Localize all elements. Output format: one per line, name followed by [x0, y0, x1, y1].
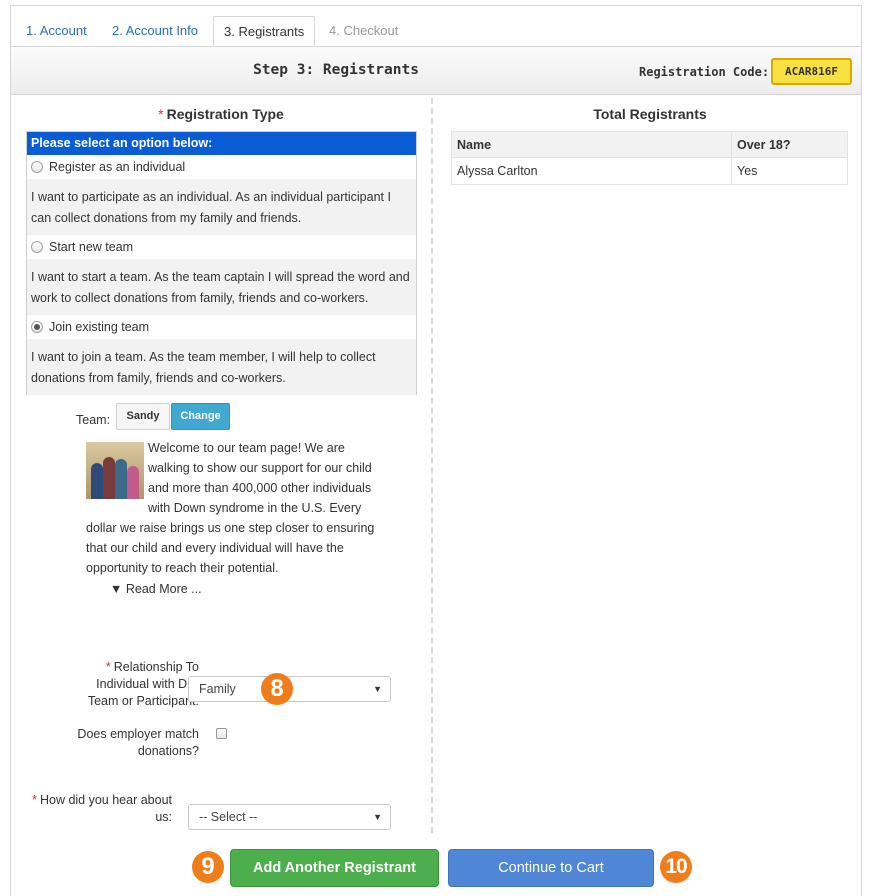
table-row: Alyssa Carlton Yes	[451, 157, 848, 185]
registration-code-badge: ACAR816F	[771, 58, 852, 85]
step-tabs: 1. Account 2. Account Info 3. Registrant…	[11, 6, 861, 47]
option-prompt: Please select an option below:	[27, 132, 416, 155]
option-label: Join existing team	[49, 320, 150, 334]
tab-account[interactable]: 1. Account	[16, 16, 97, 46]
registration-type-heading: * Registration Type	[158, 106, 284, 122]
team-description: Welcome to our team page! We are walking…	[86, 438, 386, 578]
option-new-team[interactable]: Start new team	[27, 235, 416, 259]
tab-registrants[interactable]: 3. Registrants	[213, 16, 316, 47]
chevron-down-icon: ▼	[373, 812, 382, 822]
new-team-radio[interactable]	[31, 241, 43, 253]
option-join-team[interactable]: Join existing team	[27, 315, 416, 339]
chevron-down-icon: ▼	[373, 684, 382, 694]
continue-to-cart-button[interactable]: Continue to Cart	[448, 849, 654, 887]
hear-about-select[interactable]: -- Select -- ▼	[188, 804, 391, 830]
total-registrants-heading: Total Registrants	[593, 106, 707, 122]
relationship-label: * Relationship To Individual with DS, Tea…	[87, 660, 199, 708]
option-description: I want to participate as an individual. …	[27, 179, 416, 235]
join-team-radio[interactable]	[31, 321, 43, 333]
team-label: Team:	[76, 413, 111, 427]
hear-about-label: * How did you hear about us:	[32, 793, 172, 824]
team-photo	[86, 442, 144, 499]
add-registrant-button[interactable]: Add Another Registrant	[230, 849, 439, 887]
callout-9-badge: 9	[192, 851, 224, 883]
individual-radio[interactable]	[31, 161, 43, 173]
tab-account-info[interactable]: 2. Account Info	[102, 16, 208, 46]
option-individual[interactable]: Register as an individual	[27, 155, 416, 179]
employer-match-label: Does employer match donations?	[77, 727, 199, 758]
employer-match-checkbox[interactable]	[216, 728, 227, 739]
callout-10-badge: 10	[660, 851, 692, 883]
team-name: Sandy	[116, 403, 170, 430]
required-mark: *	[158, 106, 164, 122]
registration-code-label: Registration Code:	[639, 65, 770, 79]
read-more-link[interactable]: ▼ Read More ...	[110, 582, 202, 596]
option-description: I want to start a team. As the team capt…	[27, 259, 416, 315]
registrants-table: Name Over 18? Alyssa Carlton Yes	[451, 131, 848, 185]
tab-checkout: 4. Checkout	[329, 23, 399, 38]
step-header: Step 3: Registrants Registration Code: A…	[11, 46, 861, 95]
option-label: Register as an individual	[49, 160, 186, 174]
table-header-row: Name Over 18?	[451, 131, 848, 158]
registration-type-options: Please select an option below: Register …	[26, 131, 417, 395]
option-label: Start new team	[49, 240, 134, 254]
column-divider	[431, 98, 433, 833]
page-title: Step 3: Registrants	[253, 62, 419, 78]
option-description: I want to join a team. As the team membe…	[27, 339, 416, 395]
column-header-name: Name	[451, 131, 732, 158]
registrant-over-18: Yes	[731, 157, 848, 185]
registrant-name: Alyssa Carlton	[451, 157, 732, 185]
change-team-button[interactable]: Change	[171, 403, 230, 430]
callout-8-badge: 8	[261, 673, 293, 705]
column-header-over-18: Over 18?	[731, 131, 848, 158]
registration-panel: 1. Account 2. Account Info 3. Registrant…	[10, 5, 862, 896]
